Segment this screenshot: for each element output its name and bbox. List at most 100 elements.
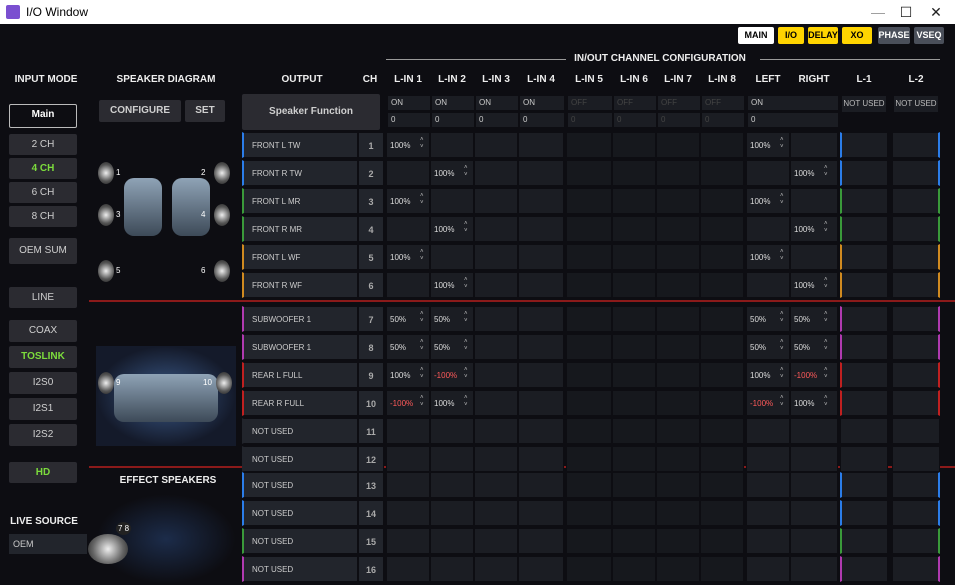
mix-cell[interactable] xyxy=(840,244,888,270)
mix-cell[interactable] xyxy=(518,500,564,526)
mix-cell[interactable] xyxy=(656,244,700,270)
mix-cell[interactable] xyxy=(656,272,700,298)
stepper-icon[interactable]: ˄ ˅ xyxy=(824,395,828,409)
output-row-name[interactable]: FRONT R WF xyxy=(242,272,358,298)
state-l-1[interactable]: NOT USED xyxy=(842,96,886,112)
mix-cell[interactable] xyxy=(430,472,474,498)
state-l-2[interactable]: NOT USED xyxy=(894,96,938,112)
stepper-icon[interactable]: ˄ ˅ xyxy=(464,395,468,409)
mix-value[interactable]: 100% xyxy=(390,197,410,206)
state-l-in1[interactable]: ON xyxy=(388,96,430,110)
stepper-icon[interactable]: ˄ ˅ xyxy=(824,221,828,235)
output-row-name[interactable]: SUBWOOFER 1 xyxy=(242,306,358,332)
mix-cell[interactable] xyxy=(656,418,700,444)
mix-cell[interactable] xyxy=(612,418,656,444)
line-button[interactable]: LINE xyxy=(9,287,77,308)
mix-cell[interactable] xyxy=(474,556,518,582)
mix-value[interactable]: 100% xyxy=(794,281,814,290)
hd-button[interactable]: HD xyxy=(9,462,77,483)
output-row-name[interactable]: SUBWOOFER 1 xyxy=(242,334,358,360)
output-row-name[interactable]: FRONT R MR xyxy=(242,216,358,242)
stepper-icon[interactable]: ˄ ˅ xyxy=(464,311,468,325)
mix-cell[interactable] xyxy=(656,306,700,332)
mix-cell[interactable] xyxy=(746,500,790,526)
mix-cell[interactable] xyxy=(612,216,656,242)
mix-cell[interactable] xyxy=(892,216,940,242)
output-row-name[interactable]: NOT USED xyxy=(242,500,358,526)
stepper-icon[interactable]: ˄ ˅ xyxy=(420,193,424,207)
mix-cell[interactable] xyxy=(892,528,940,554)
mix-cell[interactable] xyxy=(518,160,564,186)
stepper-icon[interactable]: ˄ ˅ xyxy=(780,367,784,381)
mix-value[interactable]: -100% xyxy=(794,371,817,380)
mix-value[interactable]: 100% xyxy=(750,197,770,206)
mix-value[interactable]: -100% xyxy=(750,399,773,408)
mix-cell[interactable] xyxy=(746,216,790,242)
mix-cell[interactable] xyxy=(474,390,518,416)
mix-cell[interactable] xyxy=(430,418,474,444)
stepper-icon[interactable]: ˄ ˅ xyxy=(420,311,424,325)
mix-cell[interactable] xyxy=(566,362,612,388)
gain-l-in4[interactable]: 0 xyxy=(520,113,564,127)
mix-cell[interactable] xyxy=(892,334,940,360)
stepper-icon[interactable]: ˄ ˅ xyxy=(780,193,784,207)
mix-cell[interactable] xyxy=(700,216,744,242)
mix-value[interactable]: 50% xyxy=(794,343,810,352)
mix-cell[interactable] xyxy=(656,216,700,242)
mix-value[interactable]: 50% xyxy=(750,343,766,352)
mix-value[interactable]: 100% xyxy=(794,225,814,234)
mix-cell[interactable] xyxy=(612,500,656,526)
mix-cell[interactable] xyxy=(700,160,744,186)
mix-cell[interactable] xyxy=(790,556,838,582)
stepper-icon[interactable]: ˄ ˅ xyxy=(824,165,828,179)
mix-cell[interactable] xyxy=(386,446,430,472)
mix-cell[interactable] xyxy=(474,160,518,186)
mix-cell[interactable] xyxy=(518,188,564,214)
mix-cell[interactable] xyxy=(790,446,838,472)
mix-cell[interactable] xyxy=(430,188,474,214)
close-button[interactable]: ✕ xyxy=(926,3,946,21)
mix-cell[interactable] xyxy=(892,272,940,298)
mix-value[interactable]: 100% xyxy=(390,371,410,380)
mix-value[interactable]: 100% xyxy=(750,371,770,380)
mix-cell[interactable] xyxy=(612,556,656,582)
mix-cell[interactable] xyxy=(656,446,700,472)
mix-cell[interactable] xyxy=(612,132,656,158)
mix-cell[interactable] xyxy=(790,188,838,214)
mix-cell[interactable] xyxy=(656,160,700,186)
mix-cell[interactable] xyxy=(700,244,744,270)
mix-cell[interactable] xyxy=(474,528,518,554)
stepper-icon[interactable]: ˄ ˅ xyxy=(824,277,828,291)
mix-value[interactable]: 50% xyxy=(390,343,406,352)
output-row-name[interactable]: FRONT L TW xyxy=(242,132,358,158)
mix-cell[interactable] xyxy=(430,500,474,526)
mix-cell[interactable] xyxy=(746,528,790,554)
mix-cell[interactable] xyxy=(430,132,474,158)
mix-cell[interactable] xyxy=(386,272,430,298)
mix-cell[interactable] xyxy=(518,528,564,554)
stepper-icon[interactable]: ˄ ˅ xyxy=(464,367,468,381)
mix-value[interactable]: 100% xyxy=(434,399,454,408)
state-l-in7[interactable]: OFF xyxy=(658,96,700,110)
mix-cell[interactable] xyxy=(840,272,888,298)
mix-cell[interactable] xyxy=(700,334,744,360)
stepper-icon[interactable]: ˄ ˅ xyxy=(464,339,468,353)
gain-l-in3[interactable]: 0 xyxy=(476,113,518,127)
mix-cell[interactable] xyxy=(700,500,744,526)
mix-cell[interactable] xyxy=(612,160,656,186)
stepper-icon[interactable]: ˄ ˅ xyxy=(824,367,828,381)
mix-cell[interactable] xyxy=(746,472,790,498)
mix-cell[interactable] xyxy=(612,362,656,388)
mix-cell[interactable] xyxy=(840,556,888,582)
mix-cell[interactable] xyxy=(566,244,612,270)
mix-cell[interactable] xyxy=(840,390,888,416)
mix-cell[interactable] xyxy=(566,334,612,360)
mix-cell[interactable] xyxy=(840,334,888,360)
mix-value[interactable]: 50% xyxy=(794,315,810,324)
mix-cell[interactable] xyxy=(518,390,564,416)
mix-cell[interactable] xyxy=(386,556,430,582)
mix-cell[interactable] xyxy=(700,132,744,158)
mix-cell[interactable] xyxy=(386,528,430,554)
mix-cell[interactable] xyxy=(892,472,940,498)
gain-right[interactable] xyxy=(792,113,838,127)
